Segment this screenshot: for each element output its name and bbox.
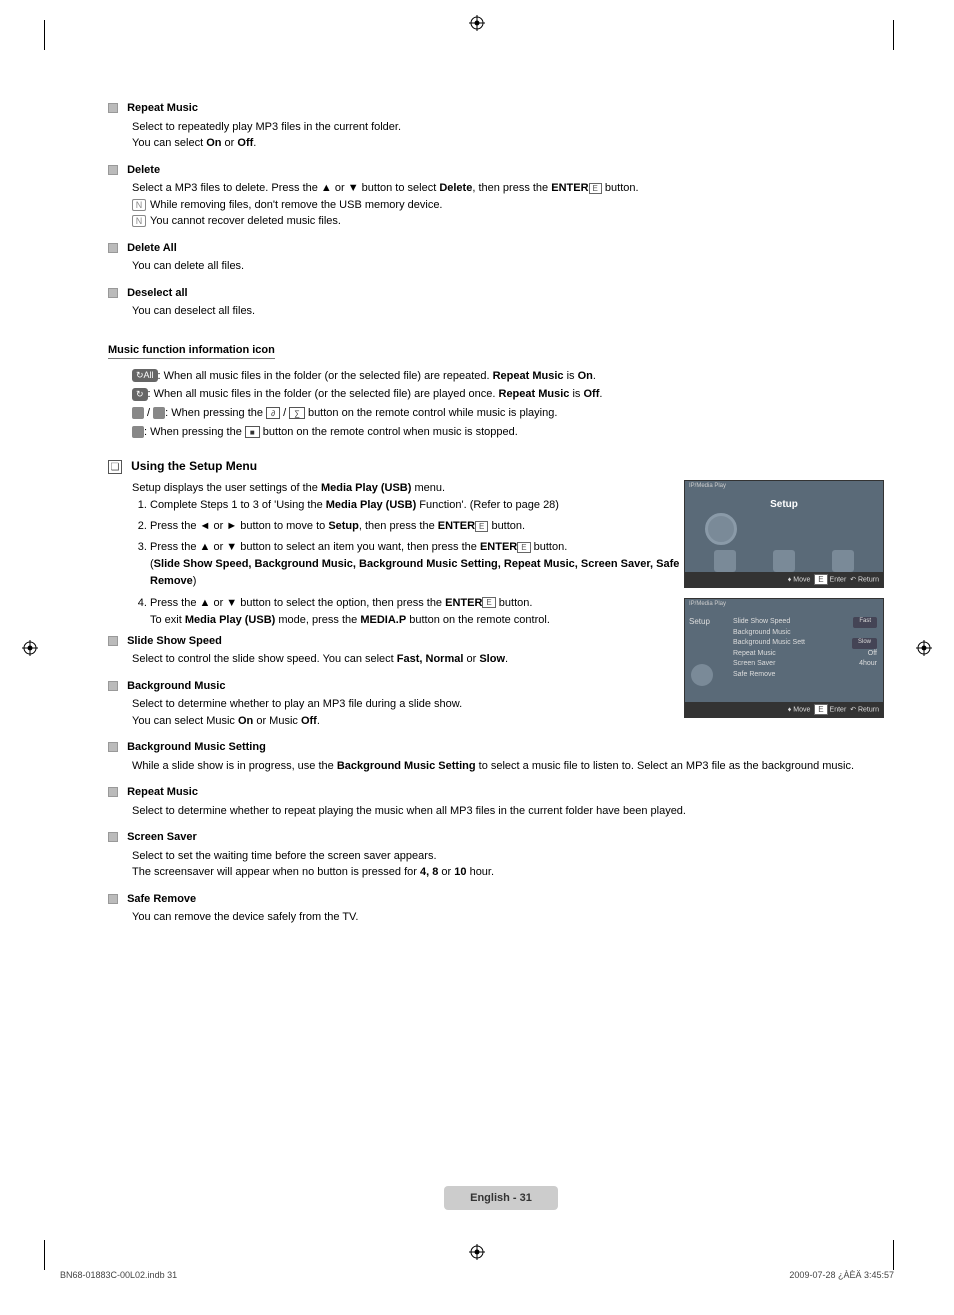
section-delete-all: Delete All You can delete all files. [108, 240, 718, 275]
screenshot-breadcrumb: IP/Media Play [689, 483, 726, 489]
bullet-icon [108, 787, 118, 797]
crop-mark [44, 1240, 45, 1270]
bullet-icon [108, 103, 118, 113]
step-3: Press the ▲ or ▼ button to select an ite… [150, 539, 718, 590]
screenshot-setup-1: IP/Media Play Setup ♦ Move E Enter ↶ Ret… [684, 480, 884, 588]
section-bgm: Background Music Select to determine whe… [108, 678, 718, 730]
body-text: You can select On or Off. [132, 135, 718, 152]
enter-icon: E [482, 597, 495, 608]
note-line: NYou cannot recover deleted music files. [132, 213, 718, 230]
status-icon [132, 426, 144, 438]
page-body: Repeat Music Select to repeatedly play M… [0, 20, 954, 1250]
body-text: You can delete all files. [132, 258, 718, 275]
body-text: Select to determine whether to play an M… [132, 696, 718, 713]
step-2: Press the ◄ or ► button to move to Setup… [150, 518, 718, 535]
screenshot-footer: ♦ Move E Enter ↶ Return [685, 572, 883, 587]
section-title: Background Music [127, 680, 225, 692]
pause-button-icon: ∑ [289, 407, 305, 419]
section-delete: Delete Select a MP3 files to delete. Pre… [108, 162, 718, 230]
section-repeat-music: Repeat Music Select to repeatedly play M… [108, 100, 718, 152]
bullet-icon [108, 681, 118, 691]
checkbox-icon: ❏ [108, 460, 122, 474]
enter-icon: E [589, 183, 602, 194]
screenshot-footer: ♦ Move E Enter ↶ Return [685, 702, 883, 717]
bullet-icon [108, 288, 118, 298]
screenshot-title: Setup [770, 499, 798, 510]
info-list: ↻All: When all music files in the folder… [132, 367, 718, 442]
section-title: Delete All [127, 242, 177, 254]
subheading-info: Music function information icon [108, 344, 275, 359]
music-icon [714, 550, 736, 572]
bullet-icon [108, 742, 118, 752]
thumb-icon [773, 550, 795, 572]
sidebar-screenshots: IP/Media Play Setup ♦ Move E Enter ↶ Ret… [684, 480, 884, 718]
gear-icon [691, 664, 713, 686]
gear-icon [705, 513, 737, 545]
status-icon [132, 407, 144, 419]
bullet-icon [108, 894, 118, 904]
screenshot-side-label: Setup [689, 617, 710, 626]
note-icon: N [132, 199, 146, 211]
body-text: Select to control the slide show speed. … [132, 651, 718, 668]
info-line: : When pressing the ■ button on the remo… [132, 423, 718, 442]
section-screen-saver: Screen Saver Select to set the waiting t… [108, 829, 894, 881]
page-footer: English - 31 [108, 1186, 894, 1210]
play-button-icon: ∂ [266, 407, 280, 419]
stop-button-icon: ■ [245, 426, 260, 438]
enter-icon: E [517, 542, 530, 553]
crop-mark [893, 1240, 894, 1270]
body-text: While a slide show is in progress, use t… [132, 758, 894, 775]
section-title: Repeat Music [127, 102, 198, 114]
bullet-icon [108, 832, 118, 842]
section-slide-speed: Slide Show Speed Select to control the s… [108, 633, 718, 668]
section-title: Repeat Music [127, 786, 198, 798]
screenshot-list: Slide Show SpeedFast Background Music Ba… [733, 617, 877, 680]
note-line: NWhile removing files, don't remove the … [132, 197, 718, 214]
body-text: Select a MP3 files to delete. Press the … [132, 180, 718, 197]
section-title: Deselect all [127, 287, 188, 299]
section-safe-remove: Safe Remove You can remove the device sa… [108, 891, 894, 926]
bullet-icon [108, 243, 118, 253]
footer-filename: BN68-01883C-00L02.indb 31 [60, 1270, 177, 1280]
step-4: Press the ▲ or ▼ button to select the op… [150, 595, 718, 629]
page-number-badge: English - 31 [444, 1186, 558, 1210]
repeat-all-icon: ↻All [132, 369, 158, 382]
body-text: You can deselect all files. [132, 303, 718, 320]
setup-steps: Complete Steps 1 to 3 of 'Using the Medi… [132, 497, 718, 628]
section-title: Delete [127, 164, 160, 176]
section-title: Background Music Setting [127, 741, 266, 753]
body-text: You can remove the device safely from th… [132, 909, 894, 926]
section-repeat-music-2: Repeat Music Select to determine whether… [108, 784, 894, 819]
body-text: The screensaver will appear when no butt… [132, 864, 894, 881]
heading-setup: ❏ Using the Setup Menu [108, 459, 718, 474]
footer-timestamp: 2009-07-28 ¿ÀÈÄ 3:45:57 [789, 1270, 894, 1280]
info-line: / : When pressing the ∂ / ∑ button on th… [132, 404, 718, 423]
info-line: ↻All: When all music files in the folder… [132, 367, 718, 386]
info-line: ↻: When all music files in the folder (o… [132, 385, 718, 404]
note-icon: N [132, 215, 146, 227]
bullet-icon [108, 636, 118, 646]
registration-mark-bottom [469, 1244, 485, 1260]
status-icon [153, 407, 165, 419]
bullet-icon [108, 165, 118, 175]
thumb-icon [832, 550, 854, 572]
repeat-one-icon: ↻ [132, 388, 148, 401]
section-title: Screen Saver [127, 831, 197, 843]
enter-icon: E [475, 521, 488, 532]
section-title: Safe Remove [127, 893, 196, 905]
section-bgms: Background Music Setting While a slide s… [108, 739, 894, 774]
body-text: Select to set the waiting time before th… [132, 848, 894, 865]
setup-intro: Setup displays the user settings of the … [132, 480, 718, 497]
screenshot-breadcrumb: IP/Media Play [689, 601, 726, 607]
step-1: Complete Steps 1 to 3 of 'Using the Medi… [150, 497, 718, 514]
body-text: Select to repeatedly play MP3 files in t… [132, 119, 718, 136]
body-text: You can select Music On or Music Off. [132, 713, 718, 730]
section-deselect-all: Deselect all You can deselect all files. [108, 285, 718, 320]
section-title: Slide Show Speed [127, 635, 222, 647]
body-text: Select to determine whether to repeat pl… [132, 803, 894, 820]
screenshot-setup-2: IP/Media Play Setup Slide Show SpeedFast… [684, 598, 884, 718]
